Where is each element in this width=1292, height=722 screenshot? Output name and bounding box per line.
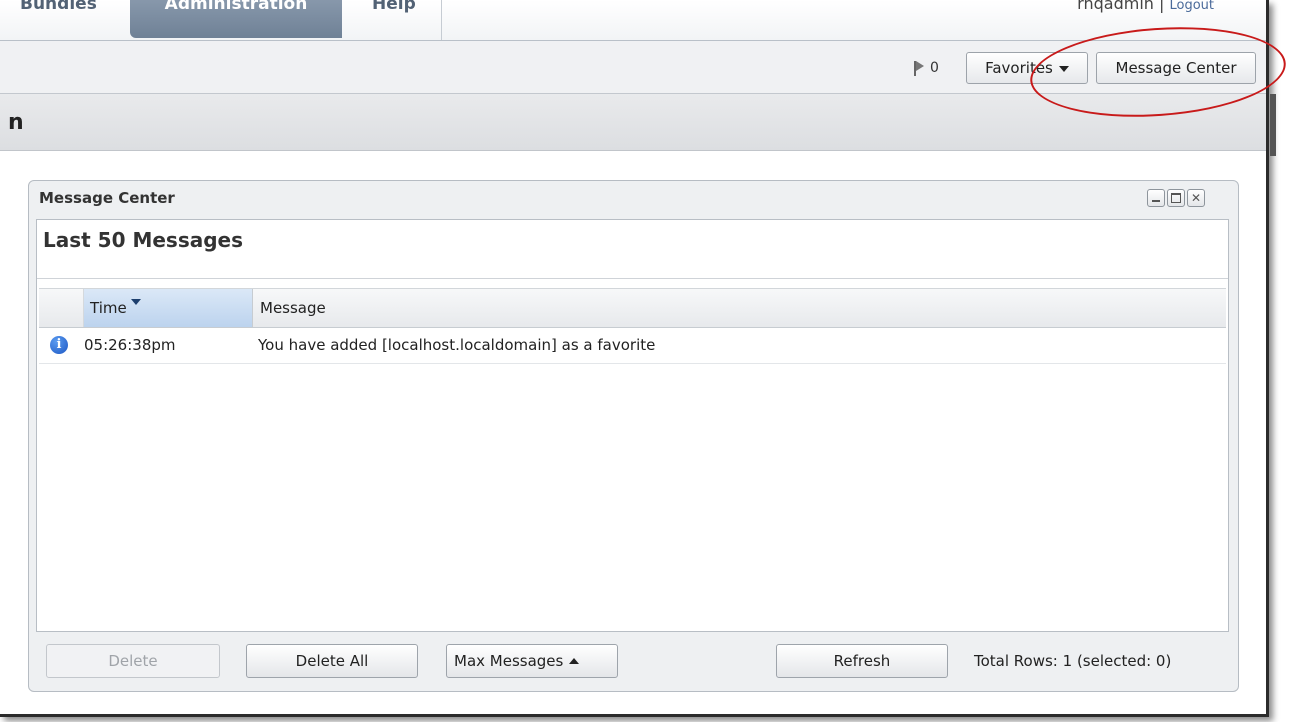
username: rhqadmin [1077, 0, 1154, 13]
max-messages-button[interactable]: Max Messages [446, 644, 618, 678]
table-row[interactable]: i 05:26:38pm You have added [localhost.l… [39, 327, 1226, 364]
tab-help[interactable]: Help [372, 0, 416, 29]
logout-link[interactable]: Logout [1169, 0, 1214, 13]
max-messages-label: Max Messages [454, 652, 564, 670]
message-center-dialog: Message Center ✕ Last 50 Messages Time M… [28, 180, 1239, 692]
grid-header: Time Message [39, 288, 1226, 328]
flag-icon [914, 60, 924, 76]
user-separator: | [1159, 0, 1165, 13]
minimize-button[interactable] [1147, 189, 1165, 207]
icon-column-header [39, 289, 84, 327]
row-time: 05:26:38pm [84, 336, 176, 354]
maximize-button[interactable] [1167, 189, 1185, 207]
dialog-body: Last 50 Messages Time Message i 05:26:38… [36, 219, 1229, 673]
flag-counter[interactable]: 0 [914, 60, 939, 76]
message-column-header[interactable]: Message [254, 289, 754, 327]
total-rows-status: Total Rows: 1 (selected: 0) [974, 652, 1172, 670]
divider [37, 278, 1228, 279]
delete-all-button[interactable]: Delete All [246, 644, 418, 678]
tab-divider [441, 0, 442, 40]
minimize-icon [1152, 200, 1160, 202]
scrollbar[interactable] [1270, 94, 1276, 156]
tab-bundles[interactable]: Bundles [20, 0, 97, 29]
close-icon: ✕ [1190, 191, 1202, 205]
dialog-title: Message Center [39, 189, 175, 207]
page-title: n [8, 110, 24, 135]
time-column-header[interactable]: Time [84, 289, 253, 327]
tab-administration[interactable]: Administration [130, 0, 342, 38]
sort-descending-icon [130, 299, 141, 305]
row-message: You have added [localhost.localdomain] a… [258, 336, 656, 354]
user-info: rhqadmin | Logout [1077, 0, 1214, 19]
chevron-up-icon [569, 658, 580, 664]
maximize-icon [1171, 193, 1181, 203]
top-nav: Bundles Administration Help rhqadmin | L… [0, 0, 1266, 41]
time-column-label: Time [90, 299, 127, 317]
panel-heading: Last 50 Messages [43, 228, 244, 252]
close-button[interactable]: ✕ [1187, 189, 1205, 207]
dialog-footer: Delete Delete All Max Messages Refresh T… [36, 631, 1229, 683]
delete-button[interactable]: Delete [46, 644, 220, 678]
flag-count: 0 [930, 60, 939, 76]
refresh-button[interactable]: Refresh [776, 644, 948, 678]
info-icon: i [50, 336, 68, 354]
